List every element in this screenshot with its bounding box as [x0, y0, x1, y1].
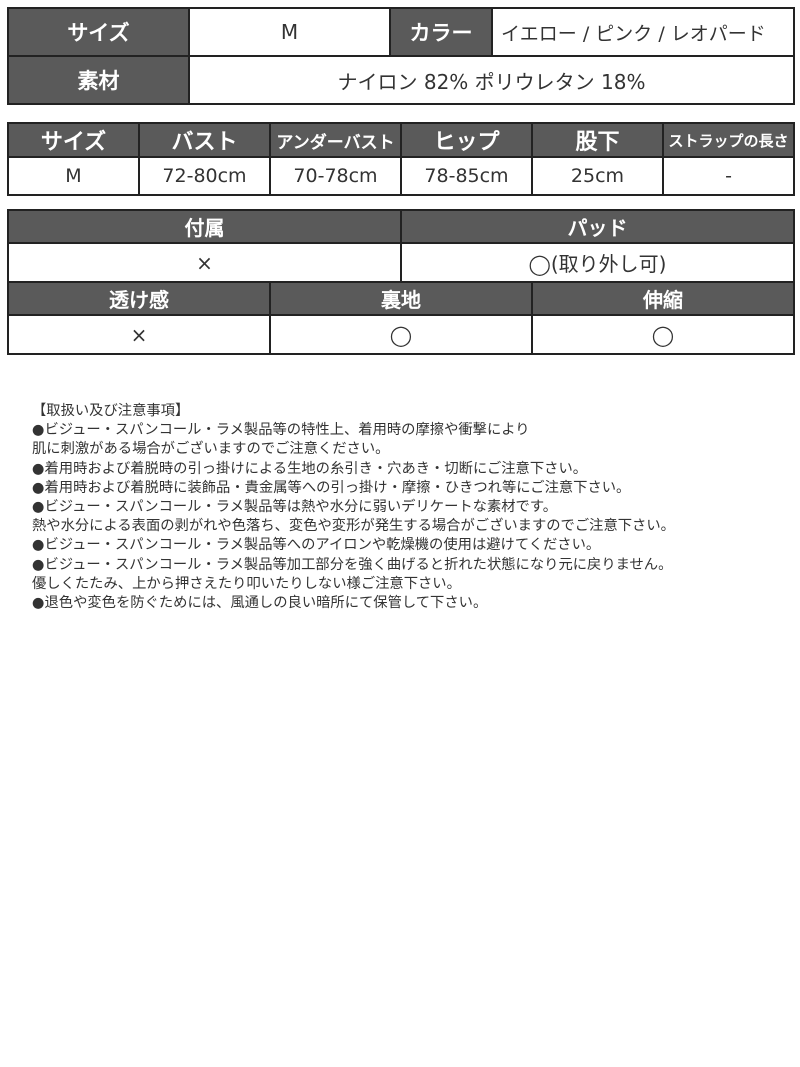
header-sheerness: 透け感 — [7, 281, 271, 316]
cell-bust: 72-80cm — [138, 156, 271, 196]
cell-hip: 78-85cm — [400, 156, 533, 196]
care-note-line: ●着用時および着脱時に装飾品・貴金属等への引っ掛け・摩擦・ひきつれ等にご注意下さ… — [32, 479, 631, 496]
size-value: M — [188, 7, 391, 57]
color-label: カラー — [389, 7, 493, 57]
feature-header-row-1: 付属 パッド — [7, 209, 795, 244]
header-lining: 裏地 — [269, 281, 533, 316]
value-accessories: × — [7, 242, 402, 283]
care-note-line: 優しくたたみ、上から押さえたり叩いたりしない様ご注意下さい。 — [32, 575, 461, 592]
material-label: 素材 — [7, 55, 190, 105]
header-bust: バスト — [138, 122, 271, 158]
material-value: ナイロン 82% ポリウレタン 18% — [188, 55, 795, 105]
value-lining: ◯ — [269, 314, 533, 355]
feature-table: 付属 パッド × ◯(取り外し可) 透け感 裏地 伸縮 × ◯ ◯ — [7, 209, 795, 355]
feature-header-row-2: 透け感 裏地 伸縮 — [7, 281, 795, 316]
header-inseam: 股下 — [531, 122, 664, 158]
color-value: イエロー / ピンク / レオパード — [491, 7, 795, 57]
header-pad: パッド — [400, 209, 795, 244]
cell-underbust: 70-78cm — [269, 156, 402, 196]
cell-size: M — [7, 156, 140, 196]
cell-strap-length: - — [662, 156, 795, 196]
table-row: M 72-80cm 70-78cm 78-85cm 25cm - — [7, 156, 795, 196]
care-note-line: ●ビジュー・スパンコール・ラメ製品等の特性上、着用時の摩擦や衝撃により — [32, 422, 530, 439]
care-note-line: ●ビジュー・スパンコール・ラメ製品等は熱や水分に弱いデリケートな素材です。 — [32, 499, 558, 516]
cell-inseam: 25cm — [531, 156, 664, 196]
header-strap-length: ストラップの長さ — [662, 122, 795, 158]
header-accessories: 付属 — [7, 209, 402, 244]
header-hip: ヒップ — [400, 122, 533, 158]
measurement-header-row: サイズ バスト アンダーバスト ヒップ 股下 ストラップの長さ — [7, 122, 795, 158]
spec-row-material: 素材 ナイロン 82% ポリウレタン 18% — [7, 55, 795, 105]
spec-row-size-color: サイズ M カラー イエロー / ピンク / レオパード — [7, 7, 795, 57]
size-label: サイズ — [7, 7, 190, 57]
measurement-table: サイズ バスト アンダーバスト ヒップ 股下 ストラップの長さ M 72-80c… — [7, 122, 795, 196]
value-sheerness: × — [7, 314, 271, 355]
care-note-line: 熱や水分による表面の剥がれや色落ち、変色や変形が発生する場合がございますのでご注… — [32, 518, 675, 535]
care-note-line: ●退色や変色を防ぐためには、風通しの良い暗所にて保管して下さい。 — [32, 595, 488, 612]
header-stretch: 伸縮 — [531, 281, 795, 316]
feature-value-row-2: × ◯ ◯ — [7, 314, 795, 355]
value-pad: ◯(取り外し可) — [400, 242, 795, 283]
care-notes: 【取扱い及び注意事項】 ●ビジュー・スパンコール・ラメ製品等の特性上、着用時の摩… — [32, 402, 675, 613]
care-note-line: ●ビジュー・スパンコール・ラメ製品等加工部分を強く曲げると折れた状態になり元に戻… — [32, 556, 673, 573]
product-spec-table: サイズ M カラー イエロー / ピンク / レオパード 素材 ナイロン 82%… — [7, 7, 795, 105]
header-underbust: アンダーバスト — [269, 122, 402, 158]
feature-value-row-1: × ◯(取り外し可) — [7, 242, 795, 283]
header-size: サイズ — [7, 122, 140, 158]
care-note-line: ●着用時および着脱時の引っ掛けによる生地の糸引き・穴あき・切断にご注意下さい。 — [32, 460, 588, 477]
care-note-line: 肌に刺激がある場合がございますのでご注意ください。 — [32, 441, 390, 458]
value-stretch: ◯ — [531, 314, 795, 355]
care-note-line: ●ビジュー・スパンコール・ラメ製品等へのアイロンや乾燥機の使用は避けてください。 — [32, 537, 601, 554]
care-notes-title: 【取扱い及び注意事項】 — [32, 403, 190, 419]
